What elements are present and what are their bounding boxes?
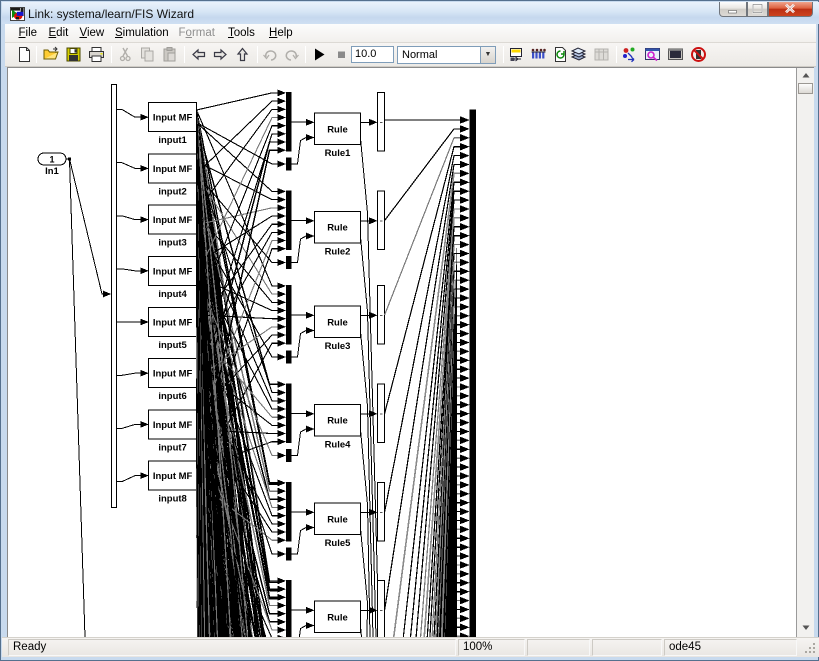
svg-text:Rule3: Rule3 — [325, 341, 351, 352]
svg-text:Input MF: Input MF — [153, 266, 193, 277]
svg-text:1: 1 — [49, 154, 54, 164]
svg-text:Input MF: Input MF — [153, 471, 193, 482]
svg-text:Input MF: Input MF — [153, 419, 193, 430]
svg-text:input4: input4 — [158, 288, 187, 299]
svg-text:Rule: Rule — [327, 415, 348, 426]
svg-text:input1: input1 — [158, 135, 187, 146]
svg-text:input7: input7 — [158, 442, 186, 453]
svg-text:Rule: Rule — [327, 222, 348, 233]
svg-text:Rule: Rule — [327, 317, 348, 328]
svg-text:Input MF: Input MF — [153, 215, 193, 226]
svg-text:Rule2: Rule2 — [325, 246, 351, 257]
svg-text:Rule: Rule — [327, 514, 348, 525]
svg-text:In1: In1 — [45, 166, 59, 177]
svg-text:Input MF: Input MF — [153, 368, 193, 379]
svg-text:Input MF: Input MF — [153, 112, 193, 123]
svg-text:input6: input6 — [158, 391, 186, 402]
svg-text:input5: input5 — [158, 340, 187, 351]
svg-text:Rule1: Rule1 — [325, 147, 352, 158]
svg-text:Rule4: Rule4 — [325, 439, 352, 450]
svg-text:input3: input3 — [158, 237, 186, 248]
svg-text:Input MF: Input MF — [153, 317, 193, 328]
svg-text:Input MF: Input MF — [153, 163, 193, 174]
svg-text:Rule: Rule — [327, 124, 348, 135]
svg-text:input2: input2 — [158, 186, 186, 197]
svg-text:Rule5: Rule5 — [325, 538, 352, 549]
svg-text:input8: input8 — [158, 493, 186, 504]
svg-text:Rule: Rule — [327, 612, 348, 623]
